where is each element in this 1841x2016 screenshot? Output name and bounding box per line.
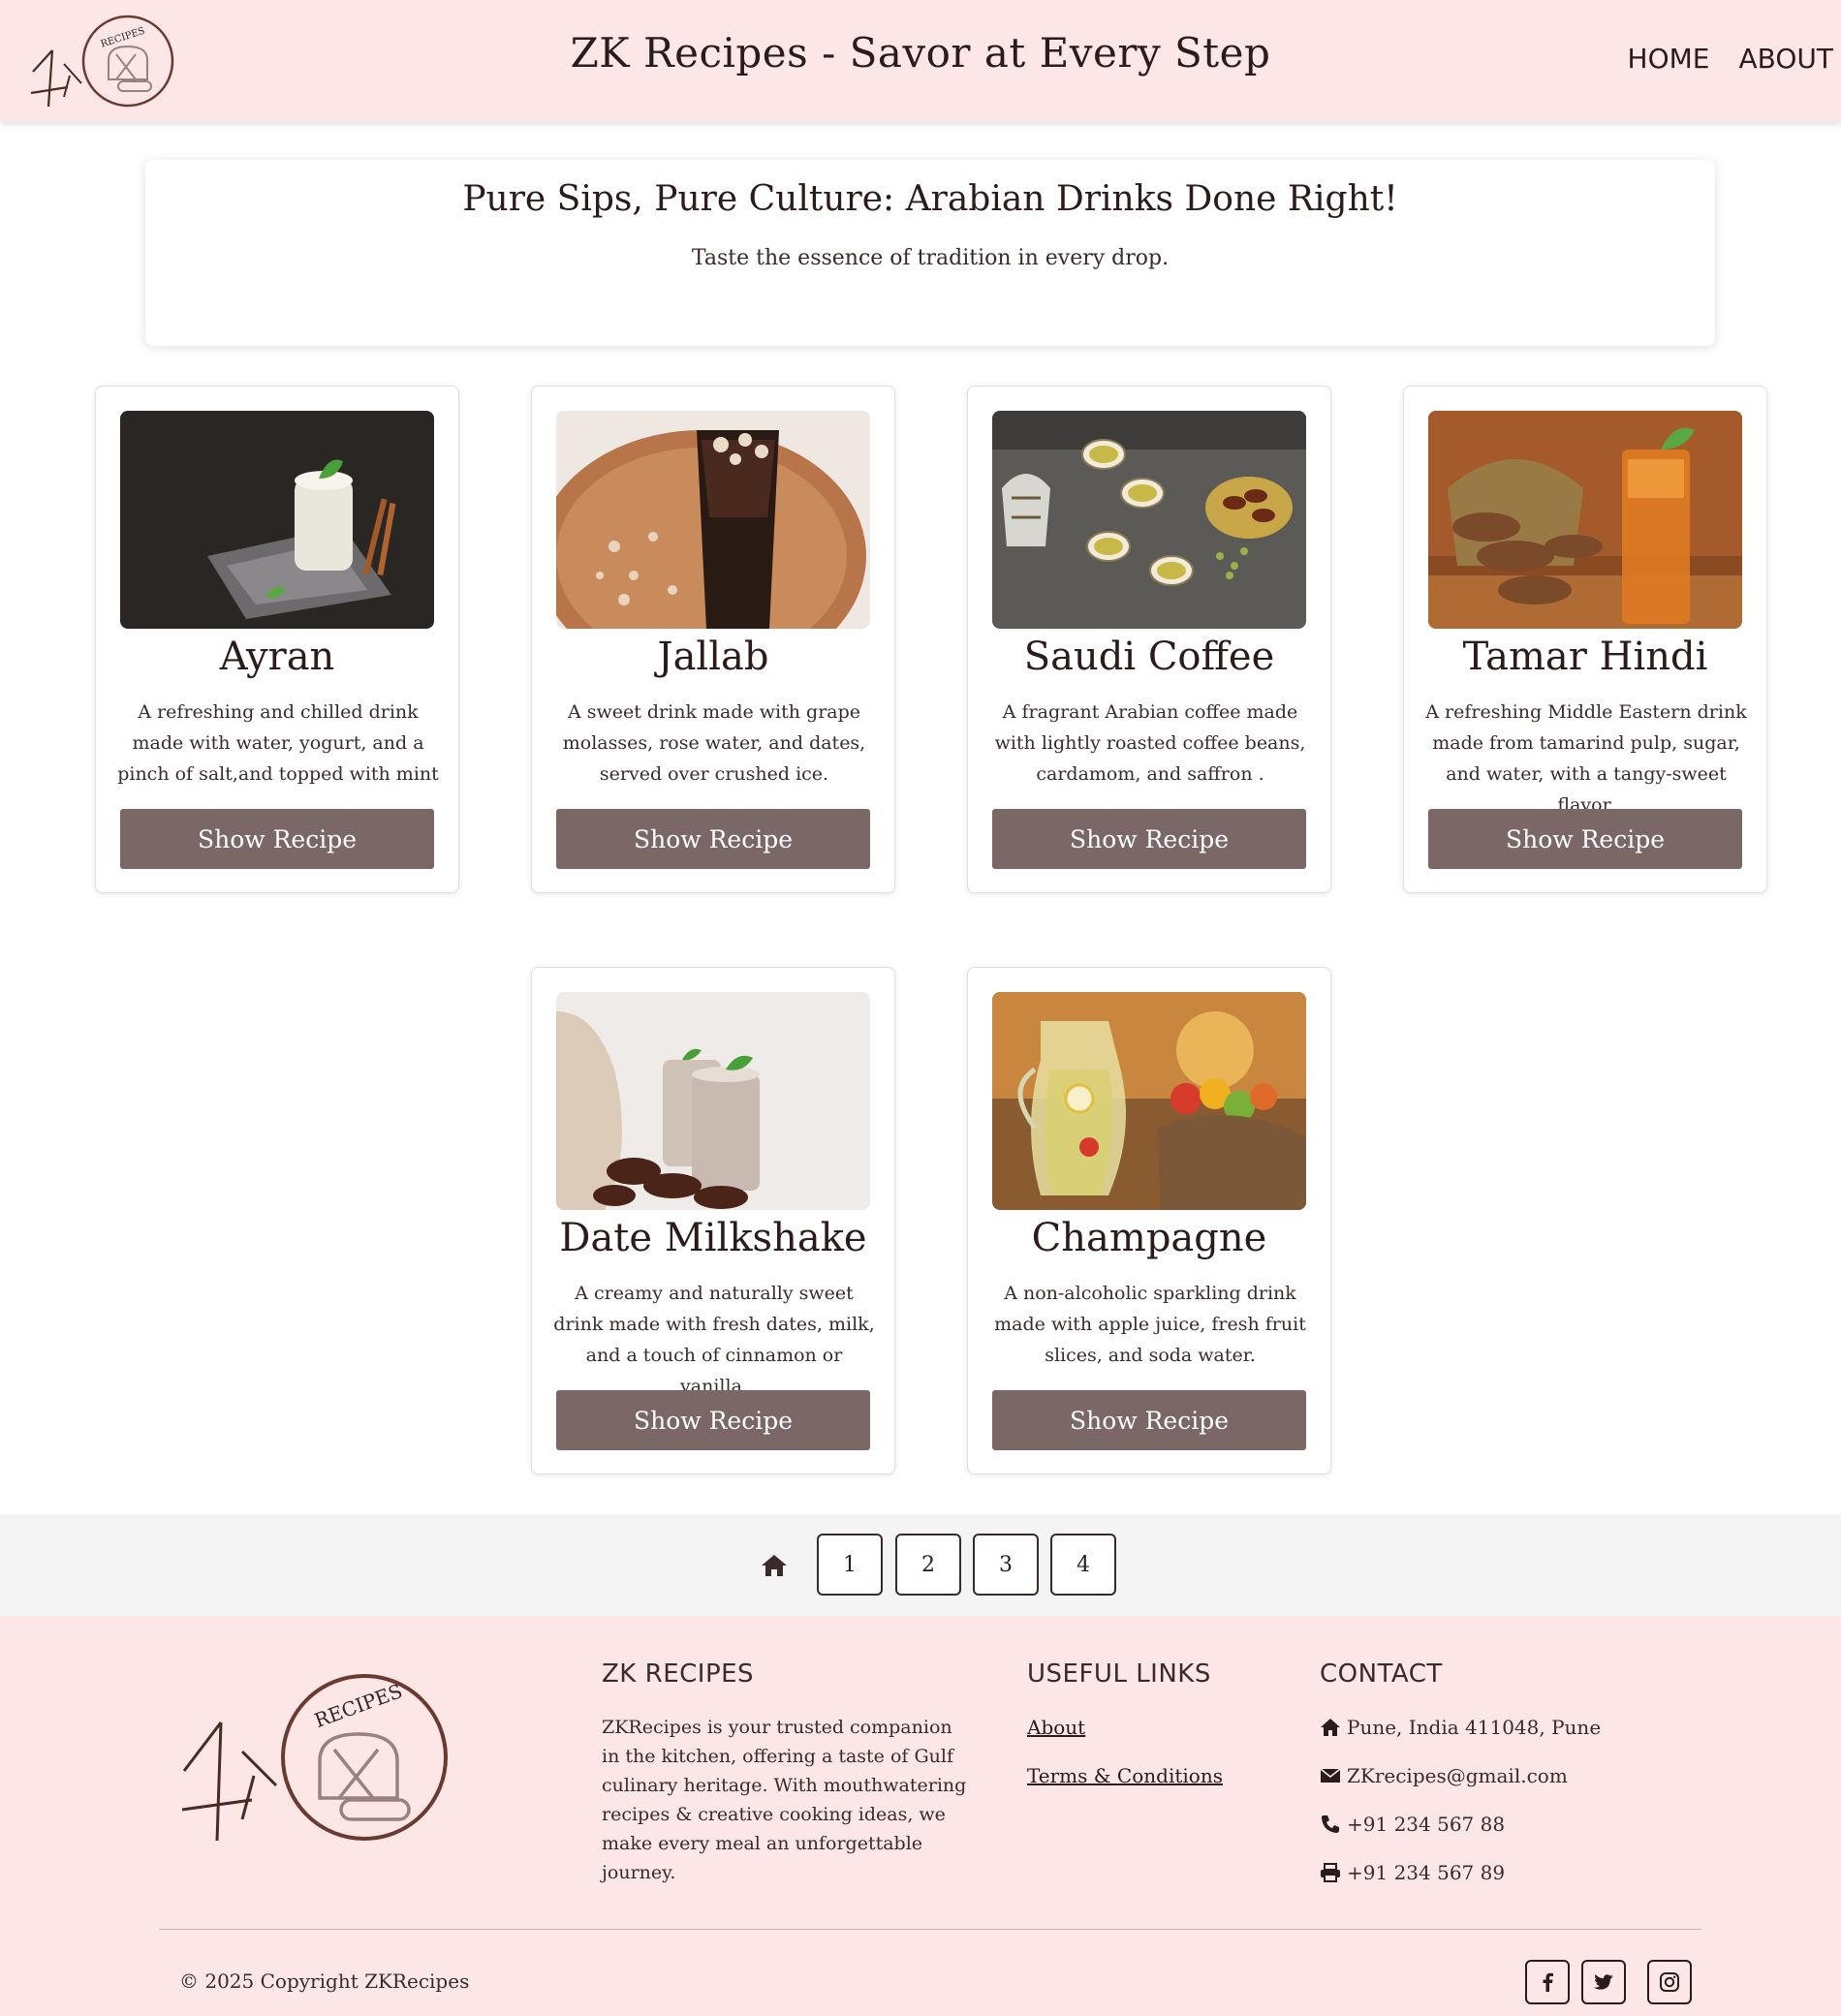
contact-fax: +91 234 567 89 — [1320, 1861, 1505, 1884]
recipe-title: Champagne — [1031, 1216, 1267, 1260]
facebook-icon — [1543, 1972, 1553, 1992]
show-recipe-button[interactable]: Show Recipe — [556, 809, 870, 869]
facebook-button[interactable] — [1525, 1960, 1570, 2004]
contact-email-text: ZKrecipes@gmail.com — [1347, 1764, 1568, 1787]
footer-divider — [159, 1929, 1701, 1930]
site-title: ZK Recipes - Savor at Every Step — [570, 29, 1271, 77]
contact-phone-text: +91 234 567 88 — [1347, 1813, 1506, 1836]
hero-title: Pure Sips, Pure Culture: Arabian Drinks … — [462, 179, 1398, 219]
recipe-title: Date Milkshake — [559, 1216, 867, 1260]
hero-banner: Pure Sips, Pure Culture: Arabian Drinks … — [145, 160, 1715, 346]
recipe-card-jallab: Jallab A sweet drink made with grape mol… — [531, 386, 895, 893]
recipe-card-champagne: Champagne A non-alcoholic sparkling drin… — [967, 967, 1331, 1474]
recipe-description: A creamy and naturally sweet drink made … — [553, 1283, 875, 1397]
show-recipe-button[interactable]: Show Recipe — [120, 809, 434, 869]
footer-link-about[interactable]: About — [1027, 1716, 1085, 1739]
show-recipe-button[interactable]: Show Recipe — [992, 1390, 1306, 1450]
recipe-description: A non-alcoholic sparkling drink made wit… — [994, 1283, 1306, 1366]
recipe-title: Ayran — [219, 635, 335, 679]
print-icon — [1321, 1863, 1340, 1882]
show-recipe-button[interactable]: Show Recipe — [1428, 809, 1742, 869]
nav-home[interactable]: HOME — [1628, 43, 1710, 75]
contact-fax-text: +91 234 567 89 — [1347, 1861, 1506, 1884]
recipe-image-tamar-hindi — [1428, 411, 1742, 629]
envelope-icon — [1320, 1768, 1341, 1783]
recipe-title: Saudi Coffee — [1023, 635, 1275, 679]
site-footer: RECIPES ZK RECIPES ZKRecipes is your tru… — [0, 1616, 1841, 2016]
instagram-button[interactable] — [1647, 1960, 1692, 2004]
contact-address: Pune, India 411048, Pune — [1320, 1716, 1601, 1739]
contact-email: ZKrecipes@gmail.com — [1320, 1764, 1568, 1787]
nav-about[interactable]: ABOUT — [1738, 43, 1833, 75]
show-recipe-button[interactable]: Show Recipe — [992, 809, 1306, 869]
recipe-card-date-milkshake: Date Milkshake A creamy and naturally sw… — [531, 967, 895, 1474]
footer-contact-heading: CONTACT — [1320, 1659, 1443, 1689]
recipe-card-ayran: Ayran A refreshing and chilled drink mad… — [95, 386, 459, 893]
pagination: 1 2 3 4 — [0, 1514, 1841, 1616]
recipe-description: A fragrant Arabian coffee made with ligh… — [994, 701, 1306, 785]
recipe-image-jallab — [556, 411, 870, 629]
recipe-title: Tamar Hindi — [1462, 635, 1708, 679]
recipe-image-saudi-coffee — [992, 411, 1306, 629]
twitter-button[interactable] — [1581, 1960, 1626, 2004]
page-1-button[interactable]: 1 — [817, 1534, 883, 1596]
footer-about-text: ZKRecipes is your trusted companion in t… — [602, 1717, 967, 1883]
recipe-card-tamar-hindi: Tamar Hindi A refreshing Middle Eastern … — [1403, 386, 1767, 893]
site-header: RECIPES ZK Recipes - Savor at Every Step… — [0, 0, 1841, 122]
show-recipe-button[interactable]: Show Recipe — [556, 1390, 870, 1450]
copyright-text: © 2025 Copyright ZKRecipes — [179, 1969, 470, 1993]
phone-icon — [1322, 1815, 1339, 1833]
page-4-button[interactable]: 4 — [1050, 1534, 1116, 1596]
twitter-icon — [1594, 1974, 1613, 1990]
contact-address-text: Pune, India 411048, Pune — [1347, 1716, 1602, 1739]
contact-phone: +91 234 567 88 — [1320, 1813, 1505, 1836]
recipe-image-champagne — [992, 992, 1306, 1210]
recipe-card-saudi-coffee: Saudi Coffee A fragrant Arabian coffee m… — [967, 386, 1331, 893]
page-2-button[interactable]: 2 — [895, 1534, 961, 1596]
recipe-title: Jallab — [657, 635, 769, 679]
home-icon — [1321, 1719, 1340, 1736]
hero-subtitle: Taste the essence of tradition in every … — [691, 246, 1170, 270]
instagram-icon — [1660, 1972, 1679, 1992]
recipe-image-ayran — [120, 411, 434, 629]
recipe-description: A refreshing Middle Eastern drink made f… — [1425, 701, 1747, 816]
home-icon[interactable] — [761, 1553, 788, 1578]
footer-about-heading: ZK RECIPES — [602, 1659, 755, 1689]
footer-link-terms[interactable]: Terms & Conditions — [1027, 1764, 1223, 1787]
page-3-button[interactable]: 3 — [973, 1534, 1039, 1596]
footer-links-heading: USEFUL LINKS — [1027, 1659, 1211, 1689]
recipe-description: A refreshing and chilled drink made with… — [117, 701, 439, 785]
footer-logo: RECIPES — [181, 1674, 448, 1842]
recipe-image-date-milkshake — [556, 992, 870, 1210]
main-nav: HOME ABOUT — [1628, 43, 1833, 75]
recipe-description: A sweet drink made with grape molasses, … — [562, 701, 866, 785]
